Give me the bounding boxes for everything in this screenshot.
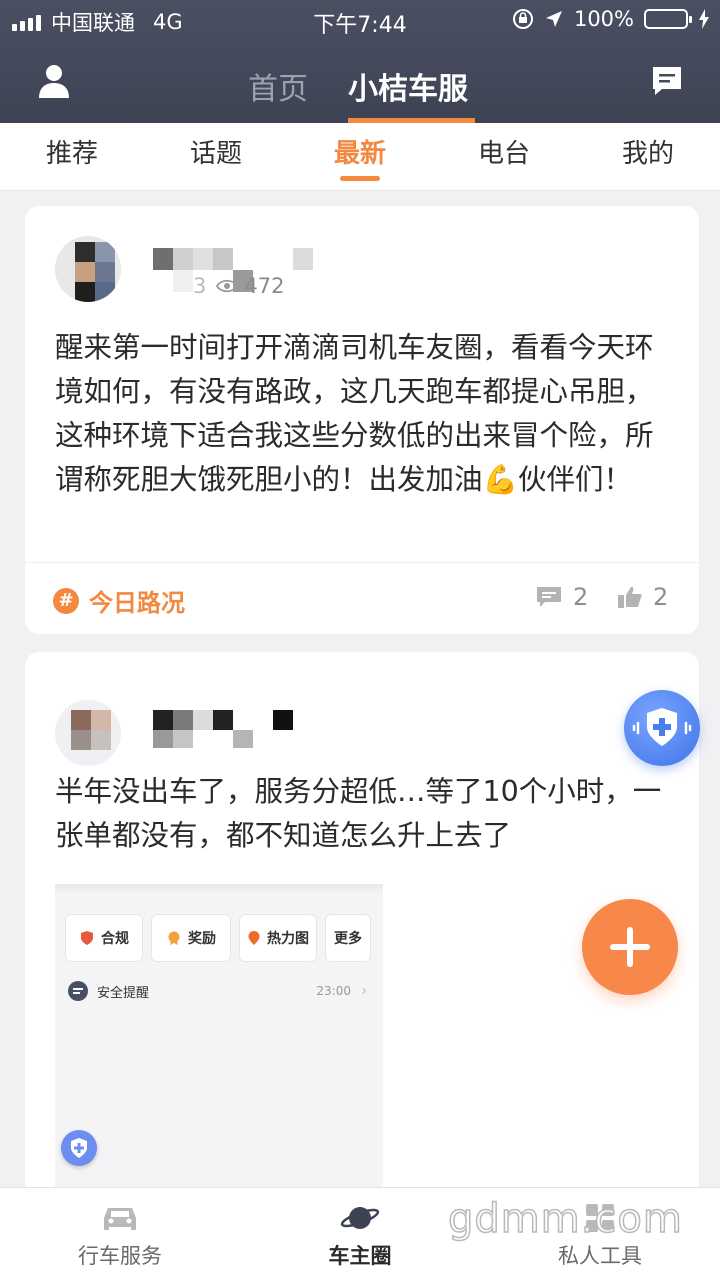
topic-label: 今日路况 [89, 589, 185, 617]
topic-tag[interactable]: # 今日路况 [53, 583, 185, 618]
thumbs-up-icon [618, 586, 642, 608]
top-nav: 首页 小桔车服 [0, 56, 720, 123]
charging-icon [699, 9, 709, 29]
tab-xiaoju-service[interactable]: 小桔车服 [348, 64, 468, 108]
post-card[interactable]: 3 472 醒来第一时间打开滴滴司机车友圈，看看今天环境如何，有没有路政，这几天… [25, 206, 699, 634]
view-count-partial: 3 [193, 274, 207, 298]
chevron-right-icon: › [361, 983, 367, 999]
view-count-value: 472 [244, 274, 285, 298]
comment-count: 2 [573, 583, 589, 611]
tab-radio[interactable]: 电台 [466, 123, 542, 191]
shield-icon [81, 931, 93, 945]
location-arrow-icon [545, 11, 562, 27]
avatar[interactable] [55, 236, 121, 302]
like-button[interactable]: 2 [617, 583, 668, 611]
mini-button-more: 更多 [325, 914, 371, 962]
tab-home[interactable]: 首页 [248, 64, 308, 108]
notice-label: 安全提醒 [97, 985, 150, 1001]
tab-label: 车主圈 [328, 1244, 392, 1268]
add-post-button[interactable] [582, 899, 678, 995]
shield-plus-icon [632, 708, 692, 746]
avatar[interactable] [55, 700, 121, 766]
battery-icon [644, 9, 692, 29]
post-image[interactable]: 合规 奖励 热力图 更多 安全提醒 23:00 › [55, 884, 383, 1212]
mini-notice-row: 安全提醒 23:00 › [67, 978, 369, 1004]
app-header: 中国联通 4G 下午7:44 100% 首页 小桔车服 [0, 0, 720, 123]
medal-icon [168, 931, 180, 945]
post-footer: # 今日路况 2 2 [25, 562, 699, 634]
tab-driving-service[interactable]: 行车服务 [30, 1202, 210, 1270]
tab-label: 行车服务 [78, 1244, 162, 1268]
tab-mine[interactable]: 我的 [610, 123, 686, 191]
rotation-lock-icon [512, 9, 533, 29]
tab-recommend[interactable]: 推荐 [34, 123, 110, 191]
view-count: 3 472 [193, 274, 285, 298]
car-icon [104, 1208, 136, 1230]
tab-driver-circle[interactable]: 车主圈 [270, 1202, 450, 1270]
mini-button-compliance: 合规 [65, 914, 143, 962]
username-blurred [153, 710, 313, 748]
battery-percent: 100% [573, 7, 634, 31]
tab-topics[interactable]: 话题 [178, 123, 254, 191]
planet-icon [340, 1207, 380, 1229]
comment-button[interactable]: 2 [535, 583, 588, 611]
map-pin-icon [248, 931, 260, 945]
hash-icon: # [53, 587, 79, 614]
message-icon[interactable] [650, 64, 684, 98]
category-tabs: 推荐 话题 最新 电台 我的 [0, 123, 720, 191]
post-content[interactable]: 半年没出车了，服务分超低…等了10个小时，一张单都没有，都不知道怎么升上去了 [55, 770, 675, 858]
mini-button-label: 热力图 [267, 931, 309, 947]
eye-icon [216, 279, 239, 293]
safety-shield-button[interactable] [624, 690, 700, 766]
user-icon[interactable] [38, 64, 70, 98]
mini-button-heatmap: 热力图 [239, 914, 317, 962]
post-content[interactable]: 醒来第一时间打开滴滴司机车友圈，看看今天环境如何，有没有路政，这几天跑车都提心吊… [55, 326, 675, 502]
status-bar: 中国联通 4G 下午7:44 100% [0, 0, 720, 40]
comment-icon [537, 587, 561, 607]
mini-button-label: 合规 [101, 931, 129, 947]
mini-button-label: 奖励 [188, 931, 216, 947]
shield-plus-icon [61, 1130, 97, 1166]
tab-label: 私人工具 [558, 1244, 642, 1268]
like-count: 2 [653, 583, 669, 611]
notice-time: 23:00 [316, 984, 351, 998]
mini-button-reward: 奖励 [151, 914, 231, 962]
mini-button-label: 更多 [334, 931, 362, 947]
watermark: gdmm.com [447, 1195, 683, 1243]
tab-latest[interactable]: 最新 [322, 123, 398, 191]
chat-bubble-icon [68, 981, 88, 1001]
